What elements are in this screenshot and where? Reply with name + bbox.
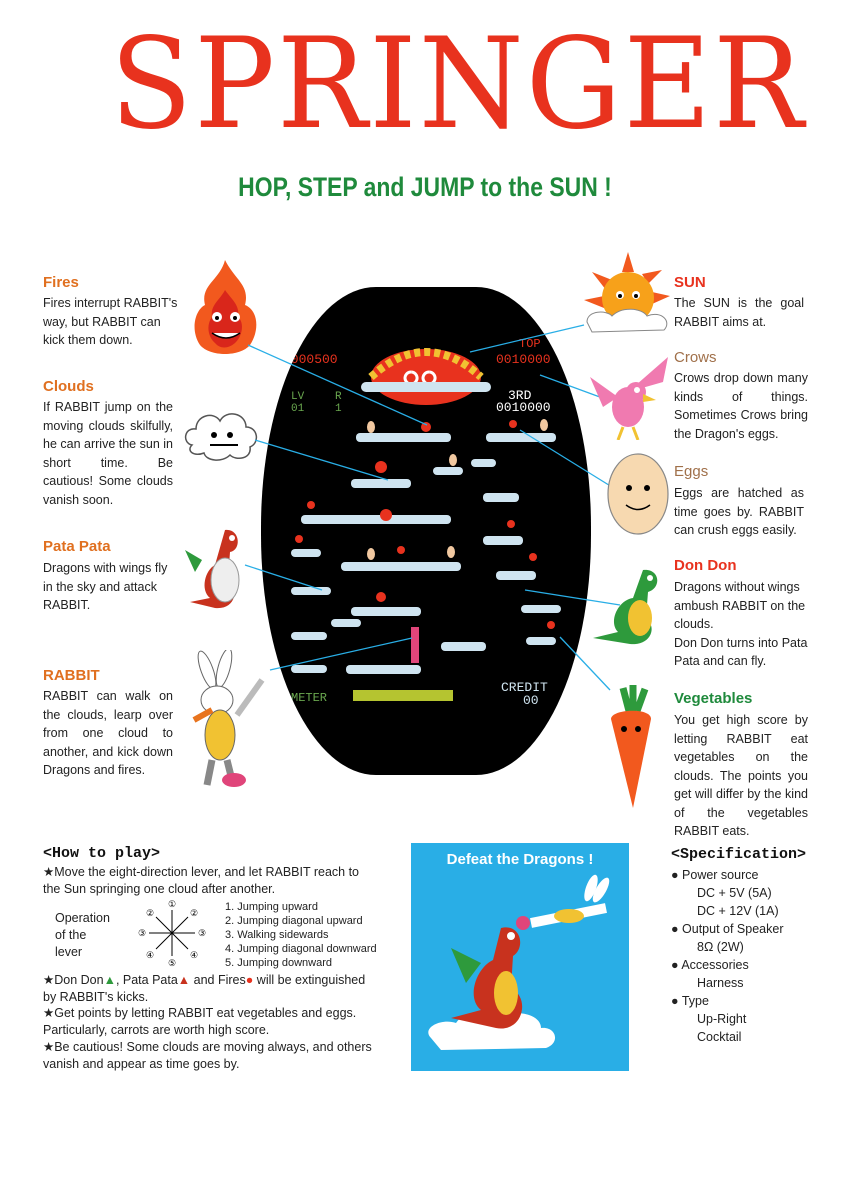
game-playfield: 0000500 TOP 0010000 LV 01 R 1 3RD 001000…: [283, 337, 561, 708]
credit-value: 00: [523, 693, 539, 708]
svg-text:②: ②: [146, 909, 154, 919]
dondon-text-2: Don Don turns into Pata Pata and can fly…: [674, 635, 808, 669]
patapata-dragon-icon: [185, 529, 240, 609]
bullet3-text: Get points by letting RABBIT eat vegetab…: [43, 1006, 357, 1037]
type-label: Type: [681, 994, 709, 1008]
fires-text: Fires interrupt RABBIT's way, but RABBIT…: [43, 296, 178, 347]
bullet-extinguish: ★Don Don▲, Pata Pata▲ and Fires● will be…: [43, 973, 366, 1004]
speaker-label: Output of Speaker: [682, 922, 784, 936]
power-1: DC + 5V (5A): [697, 886, 772, 900]
type-2: Cocktail: [697, 1030, 742, 1044]
svg-text:①: ①: [168, 900, 176, 910]
top-score: 0010000: [496, 352, 551, 367]
bullet-caution: ★Be cautious! Some clouds are moving alw…: [43, 1040, 372, 1071]
acc-value: Harness: [697, 976, 744, 990]
logo-title: SPRINGER: [110, 11, 806, 158]
eggs-text: Eggs are hatched as time goes by. RABBIT…: [674, 486, 804, 537]
tagline: HOP, STEP and JUMP to the SUN !: [238, 172, 612, 202]
power-label: Power source: [682, 868, 759, 882]
sun-icon: [584, 252, 670, 333]
svg-text:⑤: ⑤: [168, 959, 176, 968]
acc-label: Accessories: [681, 958, 749, 972]
fire-icon: [194, 260, 257, 354]
vegetables-text: You get high score by letting RABBIT eat…: [674, 713, 808, 838]
dondon-dragon-icon: [593, 569, 658, 645]
bullet2-c: and Fires: [190, 973, 246, 987]
sun-text: The SUN is the goal RABBIT aims at.: [674, 296, 804, 329]
spec-list: ● Power source DC + 5V (5A) DC + 12V (1A…: [671, 866, 821, 1046]
how-to-play-title: <How to play>: [43, 845, 161, 862]
lever-diagram: ① ② ② ③ ③ ④ ④ ⑤: [138, 900, 206, 968]
crows-heading: Crows: [674, 349, 717, 366]
how-to-play-intro: ★Move the eight-direction lever, and let…: [43, 865, 360, 896]
lever-label: Operation of the lever: [55, 911, 110, 959]
top-label: TOP: [519, 337, 541, 351]
bullet2-a: Don Don: [54, 973, 104, 987]
cloud-icon: [184, 413, 258, 461]
svg-text:④: ④: [190, 951, 198, 961]
lv-value: 01: [291, 403, 305, 415]
bullet4-text: Be cautious! Some clouds are moving alwa…: [43, 1040, 372, 1071]
crows-text: Crows drop down many kinds of things. So…: [674, 371, 808, 441]
speaker-value: 8Ω (2W): [697, 940, 744, 954]
dondon-text: Dragons without wings ambush RABBIT on t…: [674, 578, 808, 671]
vegetables-heading: Vegetables: [674, 690, 753, 707]
defeat-dragons-illustration: [428, 874, 610, 1050]
bullet-points: ★Get points by letting RABBIT eat vegeta…: [43, 1006, 357, 1037]
score-text: 0000500: [283, 352, 338, 367]
eggs-heading: Eggs: [674, 463, 709, 480]
svg-text:④: ④: [146, 951, 154, 961]
dondon-text-1: Dragons without wings ambush RABBIT on t…: [674, 580, 806, 631]
move-2: 2. Jumping diagonal upward: [225, 915, 363, 927]
moves-list: 1. Jumping upward 2. Jumping diagonal up…: [225, 900, 377, 970]
defeat-dragons-title: Defeat the Dragons !: [446, 851, 594, 868]
move-4: 4. Jumping diagonal downward: [225, 943, 377, 955]
move-5: 5. Jumping downward: [225, 957, 333, 969]
patapata-mini-icon: ▲: [177, 973, 191, 987]
patapata-text: Dragons with wings fly in the sky and at…: [43, 561, 168, 612]
r-value: 1: [335, 403, 342, 415]
r-label: R: [335, 391, 342, 403]
clouds-heading: Clouds: [43, 378, 94, 395]
intro-text: Move the eight-direction lever, and let …: [43, 865, 360, 896]
rank-score: 0010000: [496, 400, 551, 415]
svg-text:②: ②: [190, 909, 198, 919]
fires-heading: Fires: [43, 274, 79, 291]
meter-label: METER: [291, 691, 327, 705]
defeat-dragons-panel: Defeat the Dragons !: [411, 843, 629, 1071]
rabbit-icon: [192, 650, 265, 787]
power-2: DC + 12V (1A): [697, 904, 779, 918]
sun-heading: SUN: [674, 274, 706, 291]
lv-label: LV: [291, 391, 305, 403]
egg-icon: [607, 453, 669, 535]
svg-text:③: ③: [138, 929, 146, 939]
rabbit-text: RABBIT can walk on the clouds, learp ove…: [43, 689, 173, 777]
move-3: 3. Walking sidewards: [225, 929, 329, 941]
bullet2-b: , Pata Pata: [115, 973, 178, 987]
patapata-heading: Pata Pata: [43, 538, 111, 555]
svg-text:③: ③: [198, 929, 206, 939]
crow-icon: [590, 357, 668, 440]
game-screen: 0000500 TOP 0010000 LV 01 R 1 3RD 001000…: [261, 287, 591, 775]
spec-title: <Specification>: [671, 846, 807, 863]
type-1: Up-Right: [697, 1012, 747, 1026]
carrot-icon: [611, 685, 651, 808]
move-1: 1. Jumping upward: [225, 901, 318, 913]
meter-bar: [353, 690, 453, 701]
rabbit-heading: RABBIT: [43, 667, 100, 684]
clouds-text: If RABBIT jump on the moving clouds skil…: [43, 400, 173, 507]
dondon-mini-icon: ▲: [103, 973, 116, 987]
dondon-heading: Don Don: [674, 557, 737, 574]
